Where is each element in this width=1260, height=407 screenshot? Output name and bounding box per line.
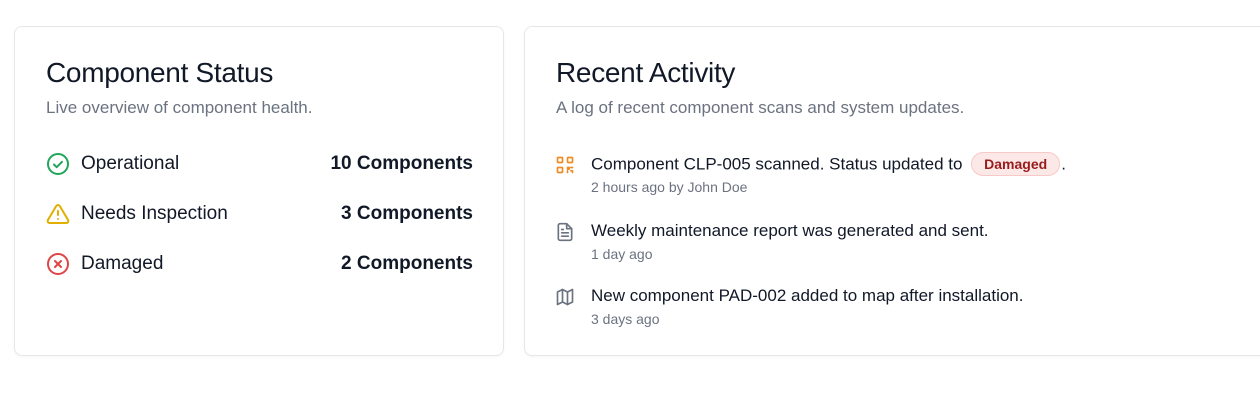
- status-label: Operational: [81, 153, 180, 174]
- status-label: Damaged: [81, 253, 164, 274]
- activity-meta: 2 hours ago by John Doe: [591, 179, 748, 195]
- activity-meta: 1 day ago: [591, 246, 653, 262]
- activity-text-before: Component CLP-005 scanned. Status update…: [591, 154, 963, 174]
- component-status-card: Component Status Live overview of compon…: [14, 26, 504, 356]
- recent-activity-card: Recent Activity A log of recent componen…: [524, 26, 1260, 356]
- status-count: 10 Components: [330, 153, 473, 174]
- recent-activity-title: Recent Activity: [556, 57, 736, 88]
- recent-activity-subtitle: A log of recent component scans and syst…: [556, 98, 965, 117]
- activity-text-after: .: [1061, 154, 1066, 174]
- document-icon: [555, 222, 575, 242]
- activity-text: Weekly maintenance report was generated …: [591, 221, 989, 240]
- status-row-needs-inspection: Needs Inspection 3 Components: [46, 201, 473, 227]
- status-count: 2 Components: [341, 253, 473, 274]
- qr-code-icon: [555, 155, 575, 175]
- component-status-subtitle: Live overview of component health.: [46, 98, 313, 117]
- x-circle-icon: [46, 252, 70, 276]
- activity-text: Component CLP-005 scanned. Status update…: [591, 152, 1066, 177]
- status-count: 3 Components: [341, 203, 473, 224]
- warning-triangle-icon: [46, 202, 70, 226]
- check-circle-icon: [46, 152, 70, 176]
- status-row-operational: Operational 10 Components: [46, 151, 473, 177]
- activity-text: New component PAD-002 added to map after…: [591, 286, 1024, 305]
- status-row-damaged: Damaged 2 Components: [46, 251, 473, 277]
- component-status-title: Component Status: [46, 57, 274, 88]
- activity-meta: 3 days ago: [591, 311, 660, 327]
- map-icon: [555, 287, 575, 307]
- status-label: Needs Inspection: [81, 203, 228, 224]
- status-badge-damaged: Damaged: [971, 152, 1061, 176]
